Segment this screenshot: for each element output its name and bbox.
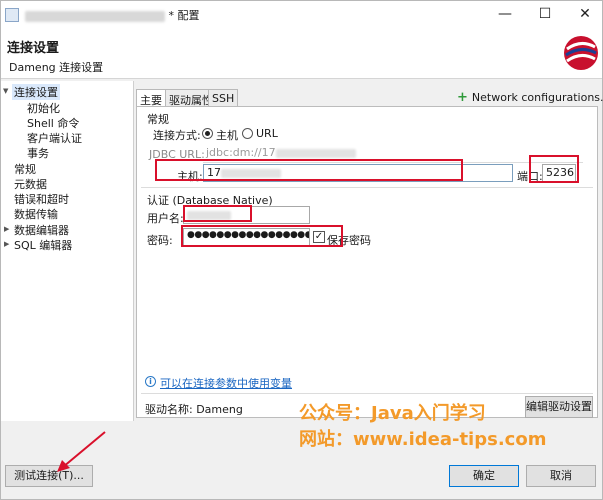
general-section-title: 常规	[147, 113, 169, 126]
page-title: 连接设置	[7, 41, 60, 56]
nav-item-connection-settings[interactable]: 连接设置	[12, 84, 60, 100]
plus-icon: +	[457, 90, 468, 105]
radio-host[interactable]	[202, 128, 213, 139]
window-title: * 配置	[25, 7, 200, 23]
connect-method-label: 连接方式:	[153, 129, 201, 142]
edit-driver-settings-button[interactable]: 编辑驱动设置	[525, 396, 593, 418]
nav-item-sql-editor[interactable]: SQL 编辑器	[14, 237, 72, 253]
settings-nav-tree: ▼ 连接设置 初始化 Shell 命令 客户端认证 事务 常规 元数据 错误和超…	[1, 81, 134, 421]
nav-item-general[interactable]: 常规	[14, 161, 36, 177]
app-icon	[5, 8, 19, 22]
maximize-icon[interactable]: ☐	[535, 5, 555, 23]
radio-url-label: URL	[256, 127, 278, 140]
host-highlight-box	[155, 159, 463, 181]
nav-item-transaction[interactable]: 事务	[27, 145, 49, 161]
minimize-icon[interactable]: —	[495, 5, 515, 23]
password-label: 密码:	[147, 234, 173, 247]
nav-item-data-editor[interactable]: 数据编辑器	[14, 222, 69, 238]
radio-url[interactable]	[242, 128, 253, 139]
radio-host-label: 主机	[216, 129, 238, 142]
nav-item-init[interactable]: 初始化	[27, 100, 60, 116]
window-title-suffix: * 配置	[168, 9, 200, 22]
tab-main[interactable]: 主要	[136, 89, 166, 107]
ok-button[interactable]: 确定	[449, 465, 519, 487]
info-icon: i	[145, 376, 156, 387]
watermark-line-1: 公众号：Java入门学习	[299, 403, 486, 424]
cancel-button[interactable]: 取消	[526, 465, 596, 487]
dameng-logo-icon	[564, 36, 598, 70]
nav-item-errors-timeouts[interactable]: 错误和超时	[14, 191, 69, 207]
dialog-header: 连接设置 Dameng 连接设置	[1, 29, 602, 79]
annotation-arrow-icon	[57, 431, 106, 472]
window-title-blurred	[25, 10, 165, 22]
nav-item-data-transfer[interactable]: 数据传输	[14, 206, 58, 222]
expand-arrow-icon[interactable]: ▶	[4, 225, 9, 233]
connection-config-window: * 配置 — ☐ ✕ 连接设置 Dameng 连接设置 ▼ 连接设置 初始化 S…	[0, 0, 603, 500]
port-highlight-box	[529, 155, 579, 183]
driver-name-label: 驱动名称: Dameng	[145, 403, 243, 416]
section-separator	[141, 187, 593, 188]
expand-arrow-icon[interactable]: ▼	[3, 87, 8, 95]
username-highlight-box	[183, 205, 252, 222]
nav-item-client-auth[interactable]: 客户端认证	[27, 130, 82, 146]
username-label: 用户名:	[147, 212, 184, 225]
watermark-line-2: 网站：www.idea-tips.com	[299, 429, 547, 450]
title-bar: * 配置 — ☐ ✕	[1, 1, 602, 29]
main-settings-panel: 常规 连接方式: 主机 URL JDBC URL: jdbc:dm://17 主…	[136, 106, 598, 450]
network-configurations-button[interactable]: + Network configurations...	[457, 90, 603, 105]
tab-ssh[interactable]: SSH	[208, 89, 239, 107]
close-icon[interactable]: ✕	[575, 5, 595, 23]
password-highlight-box	[181, 225, 343, 247]
variables-help-link[interactable]: 可以在连接参数中使用变量	[160, 375, 292, 391]
expand-arrow-icon[interactable]: ▶	[4, 240, 9, 248]
page-subtitle: Dameng 连接设置	[9, 61, 104, 74]
nav-item-metadata[interactable]: 元数据	[14, 176, 47, 192]
footer-separator	[141, 393, 593, 394]
nav-item-shell-commands[interactable]: Shell 命令	[27, 115, 79, 131]
